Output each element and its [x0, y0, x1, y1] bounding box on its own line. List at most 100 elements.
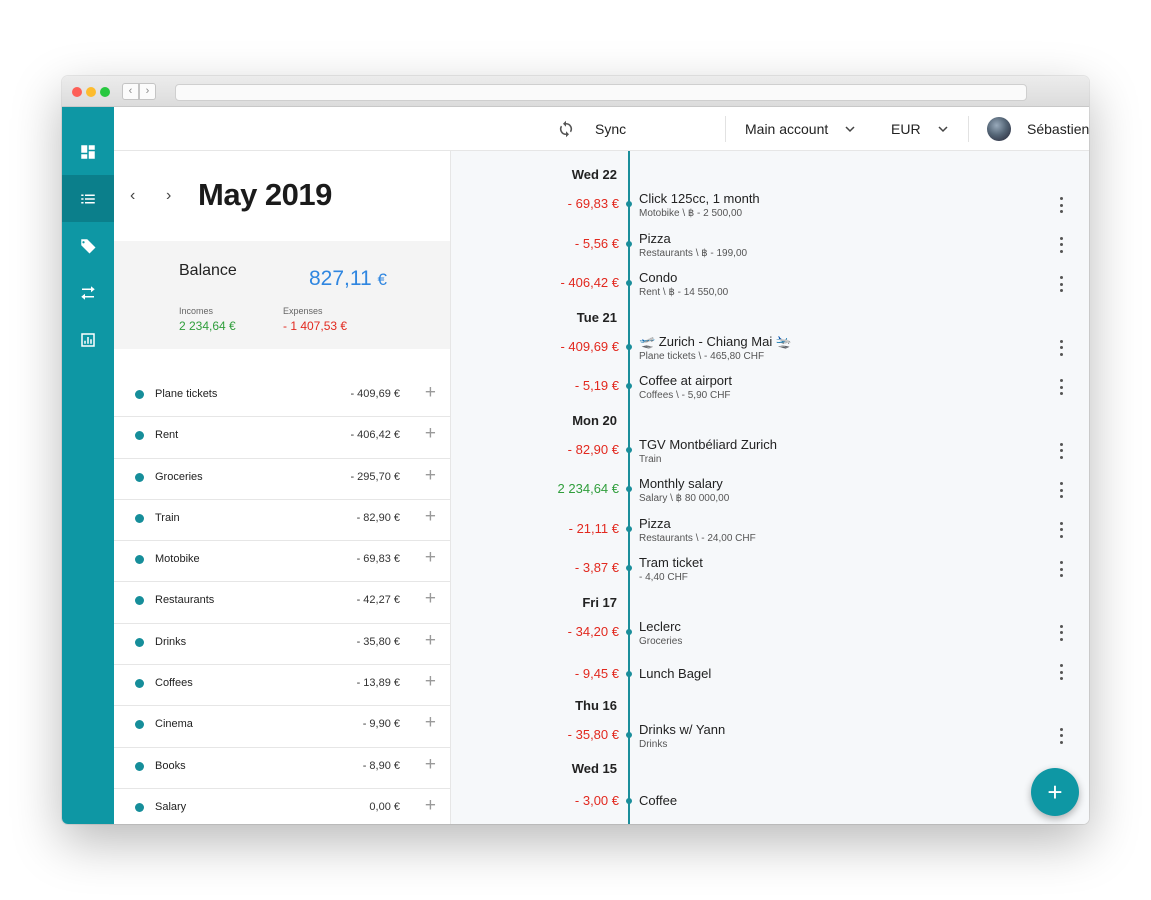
- address-bar[interactable]: [175, 84, 1027, 101]
- sidebar-item-transactions[interactable]: [62, 175, 114, 222]
- category-row[interactable]: Groceries - 295,70 € +: [114, 459, 450, 500]
- add-to-category-button[interactable]: +: [425, 795, 436, 817]
- category-dot: [135, 390, 144, 399]
- transaction-row[interactable]: - 5,19 € Coffee at airport Coffees \ - 5,9…: [451, 373, 1089, 413]
- category-row[interactable]: Cinema - 9,90 € +: [114, 706, 450, 748]
- transaction-row[interactable]: - 21,11 € Pizza Restaurants \ - 24,00 CHF: [451, 516, 1089, 556]
- add-to-category-button[interactable]: +: [425, 712, 436, 734]
- transaction-subtitle: Motobike \ ฿ - 2 500,00: [639, 208, 743, 219]
- more-options-button[interactable]: [1056, 197, 1066, 213]
- forward-button[interactable]: ›: [139, 83, 156, 100]
- more-options-button[interactable]: [1056, 339, 1066, 356]
- balance-value: 827,11 €: [309, 267, 387, 290]
- add-to-category-button[interactable]: +: [425, 547, 436, 569]
- transaction-row[interactable]: - 35,80 € Drinks w/ Yann Drinks: [451, 722, 1089, 762]
- category-row[interactable]: Coffees - 13,89 € +: [114, 665, 450, 707]
- more-options-button[interactable]: [1056, 379, 1066, 395]
- timeline-node: [626, 565, 632, 571]
- sidebar-item-dashboard[interactable]: [62, 128, 114, 175]
- category-row[interactable]: Salary 0,00 € +: [114, 789, 450, 824]
- add-to-category-button[interactable]: +: [425, 506, 436, 528]
- timeline-node: [626, 486, 632, 492]
- category-row[interactable]: Restaurants - 42,27 € +: [114, 582, 450, 624]
- category-amount: - 9,90 €: [362, 718, 400, 731]
- transaction-title: Click 125cc, 1 month: [639, 191, 760, 206]
- category-amount: 0,00 €: [369, 800, 400, 813]
- transaction-row[interactable]: 2 234,64 € Monthly salary Salary \ ฿ 80 00…: [451, 476, 1089, 516]
- back-button[interactable]: ‹: [122, 83, 139, 100]
- category-row[interactable]: Train - 82,90 € +: [114, 500, 450, 542]
- transaction-row[interactable]: - 69,83 € Click 125cc, 1 month Motobike \ …: [451, 191, 1089, 231]
- transaction-title: Coffee at airport: [639, 373, 732, 388]
- next-month-button[interactable]: ›: [166, 187, 171, 205]
- category-name: Motobike: [155, 553, 200, 566]
- transaction-row[interactable]: - 34,20 € Leclerc Groceries: [451, 619, 1089, 659]
- dashboard-icon: [81, 144, 95, 159]
- sidebar-item-reports[interactable]: [62, 316, 114, 363]
- transaction-title: Coffee: [639, 793, 678, 808]
- add-to-category-button[interactable]: +: [425, 754, 436, 776]
- sidebar-item-transfers[interactable]: [62, 269, 114, 316]
- timeline-node: [626, 240, 632, 247]
- transaction-subtitle: - 4,40 CHF: [639, 572, 688, 583]
- category-row[interactable]: Plane tickets - 409,69 € +: [114, 376, 450, 418]
- transaction-title: Leclerc: [639, 618, 681, 634]
- more-options-button[interactable]: [1056, 624, 1066, 641]
- sync-button[interactable]: Sync: [557, 107, 626, 151]
- day-header: Fri 17: [582, 594, 617, 610]
- category-amount: - 42,27 €: [356, 594, 400, 607]
- more-options-button[interactable]: [1056, 561, 1066, 577]
- expenses-value: - 1 407,53 €: [283, 319, 348, 333]
- add-transaction-button[interactable]: +: [1031, 768, 1079, 816]
- transaction-row[interactable]: - 82,90 € TGV Montbéliard Zurich Train: [451, 437, 1089, 477]
- add-to-category-button[interactable]: +: [425, 630, 436, 652]
- add-to-category-button[interactable]: +: [425, 671, 436, 693]
- add-to-category-button[interactable]: +: [425, 465, 436, 487]
- category-name: Rent: [155, 429, 179, 442]
- minimize-window-button[interactable]: [86, 87, 96, 97]
- category-row[interactable]: Books - 8,90 € +: [114, 748, 450, 789]
- more-options-button[interactable]: [1056, 664, 1066, 680]
- previous-month-button[interactable]: ‹: [130, 187, 135, 205]
- transfer-icon: [81, 285, 95, 300]
- currency-selector[interactable]: EUR: [891, 107, 949, 151]
- add-to-category-button[interactable]: +: [425, 423, 436, 445]
- category-row[interactable]: Motobike - 69,83 € +: [114, 541, 450, 583]
- category-dot: [135, 637, 144, 647]
- more-options-button[interactable]: [1056, 442, 1066, 459]
- account-label: Main account: [745, 121, 829, 137]
- account-selector[interactable]: Main account: [745, 107, 856, 151]
- more-options-button[interactable]: [1056, 236, 1066, 253]
- category-row[interactable]: Drinks - 35,80 € +: [114, 624, 450, 666]
- sidebar-item-categories[interactable]: [62, 222, 114, 269]
- transaction-amount: - 5,19 €: [574, 378, 619, 393]
- add-to-category-button[interactable]: +: [425, 382, 436, 404]
- browser-window: ‹ › Sync Main account EUR Sébastien ‹ › …: [62, 76, 1089, 824]
- transaction-row[interactable]: - 3,00 € Coffee: [451, 785, 1089, 824]
- transaction-title: Pizza: [639, 515, 671, 531]
- timeline-node: [626, 628, 632, 635]
- summary-panel: ‹ › May 2019 Balance 827,11 € Incomes 2 …: [114, 151, 451, 824]
- transaction-row[interactable]: - 9,45 € Lunch Bagel: [451, 658, 1089, 698]
- more-options-button[interactable]: [1056, 276, 1066, 292]
- transaction-row[interactable]: - 5,56 € Pizza Restaurants \ ฿ - 199,00: [451, 231, 1089, 271]
- more-options-button[interactable]: [1056, 727, 1066, 744]
- transaction-row[interactable]: - 406,42 € Condo Rent \ ฿ - 14 550,00: [451, 270, 1089, 310]
- transaction-row[interactable]: - 3,87 € Tram ticket - 4,40 CHF: [451, 555, 1089, 595]
- category-amount: - 82,90 €: [356, 511, 400, 524]
- browser-toolbar: ‹ ›: [62, 76, 1089, 107]
- category-amount: - 69,83 €: [356, 553, 400, 566]
- user-menu[interactable]: Sébastien: [987, 107, 1089, 151]
- more-options-button[interactable]: [1056, 482, 1066, 498]
- zoom-window-button[interactable]: [100, 87, 110, 97]
- category-name: Cinema: [155, 718, 193, 731]
- transaction-row[interactable]: - 409,69 € 🛫 Zurich - Chiang Mai 🛬 Plane t…: [451, 334, 1089, 374]
- category-dot: [135, 596, 144, 606]
- chevron-down-icon: [845, 126, 855, 133]
- user-name: Sébastien: [1027, 121, 1089, 137]
- transaction-subtitle: Drinks: [639, 738, 668, 750]
- more-options-button[interactable]: [1056, 521, 1066, 538]
- close-window-button[interactable]: [72, 87, 82, 97]
- category-row[interactable]: Rent - 406,42 € +: [114, 417, 450, 459]
- add-to-category-button[interactable]: +: [425, 588, 436, 610]
